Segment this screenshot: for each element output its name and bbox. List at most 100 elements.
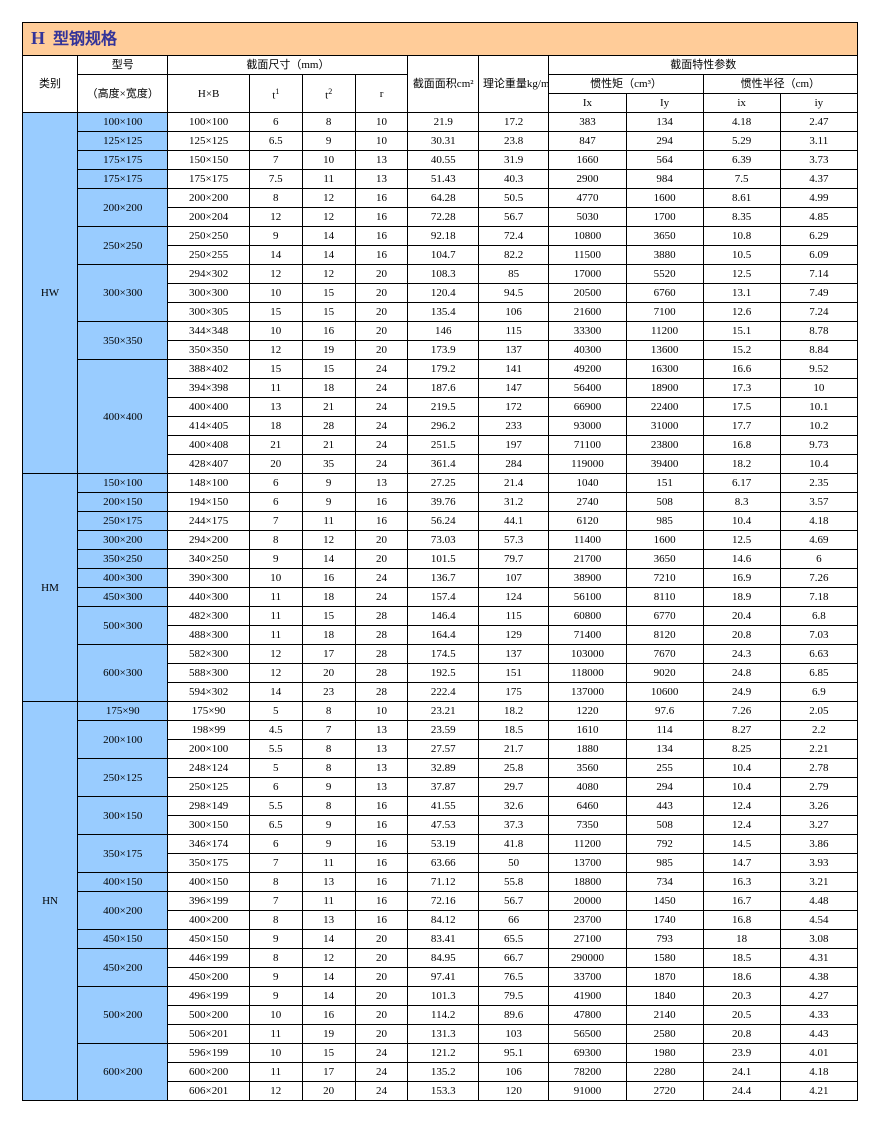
data-cell: 146	[408, 322, 478, 341]
data-cell: 23.9	[703, 1044, 780, 1063]
data-cell: 104.7	[408, 246, 478, 265]
model-cell: 300×200	[78, 531, 168, 550]
data-cell: 10	[302, 151, 355, 170]
data-cell: 2580	[626, 1025, 703, 1044]
model-cell: 175×175	[78, 151, 168, 170]
data-cell: 63.66	[408, 854, 478, 873]
data-cell: 84.12	[408, 911, 478, 930]
model-cell: 250×125	[78, 759, 168, 797]
data-cell: 8	[249, 189, 302, 208]
data-cell: 8.27	[703, 721, 780, 740]
data-cell: 2.35	[780, 474, 857, 493]
data-cell: 2.2	[780, 721, 857, 740]
model-cell: 400×300	[78, 569, 168, 588]
data-cell: 92.18	[408, 227, 478, 246]
data-cell: 3.11	[780, 132, 857, 151]
model-cell: 100×100	[78, 113, 168, 132]
model-cell: 450×300	[78, 588, 168, 607]
data-cell: 175×90	[168, 702, 250, 721]
data-cell: 17.3	[703, 379, 780, 398]
data-cell: 56100	[549, 588, 626, 607]
data-cell: 24.4	[703, 1082, 780, 1101]
data-cell: 17.5	[703, 398, 780, 417]
data-cell: 18	[703, 930, 780, 949]
data-cell: 20	[249, 455, 302, 474]
data-cell: 56.24	[408, 512, 478, 531]
data-cell: 4.31	[780, 949, 857, 968]
data-cell: 194×150	[168, 493, 250, 512]
data-cell: 9	[302, 474, 355, 493]
data-cell: 118000	[549, 664, 626, 683]
data-cell: 1450	[626, 892, 703, 911]
data-cell: 14	[249, 683, 302, 702]
data-cell: 984	[626, 170, 703, 189]
data-cell: 7.5	[703, 170, 780, 189]
data-cell: 8.61	[703, 189, 780, 208]
data-cell: 4.18	[703, 113, 780, 132]
data-cell: 13	[355, 778, 408, 797]
data-cell: 38900	[549, 569, 626, 588]
data-cell: 4.33	[780, 1006, 857, 1025]
data-cell: 20.8	[703, 1025, 780, 1044]
data-cell: 440×300	[168, 588, 250, 607]
data-cell: 12.4	[703, 816, 780, 835]
data-cell: 792	[626, 835, 703, 854]
data-cell: 8.25	[703, 740, 780, 759]
data-cell: 31.9	[478, 151, 548, 170]
data-cell: 31.2	[478, 493, 548, 512]
data-cell: 18.9	[703, 588, 780, 607]
data-cell: 11	[249, 588, 302, 607]
model-cell: 350×175	[78, 835, 168, 873]
hdr-Ix: Ix	[549, 94, 626, 113]
data-cell: 4.18	[780, 512, 857, 531]
data-cell: 16.8	[703, 911, 780, 930]
data-cell: 173.9	[408, 341, 478, 360]
data-cell: 340×250	[168, 550, 250, 569]
data-cell: 15.1	[703, 322, 780, 341]
data-cell: 4.21	[780, 1082, 857, 1101]
data-cell: 148×100	[168, 474, 250, 493]
data-cell: 18.2	[478, 702, 548, 721]
data-cell: 11	[249, 626, 302, 645]
data-cell: 134	[626, 113, 703, 132]
data-cell: 56500	[549, 1025, 626, 1044]
data-cell: 350×350	[168, 341, 250, 360]
data-cell: 496×199	[168, 987, 250, 1006]
data-cell: 8	[302, 740, 355, 759]
data-cell: 8	[249, 873, 302, 892]
data-cell: 9	[302, 778, 355, 797]
data-cell: 39400	[626, 455, 703, 474]
data-cell: 450×200	[168, 968, 250, 987]
data-cell: 10.2	[780, 417, 857, 436]
data-cell: 7.49	[780, 284, 857, 303]
data-cell: 69300	[549, 1044, 626, 1063]
data-cell: 20	[355, 531, 408, 550]
hdr-category: 类别	[23, 56, 78, 113]
data-cell: 174.5	[408, 645, 478, 664]
data-cell: 71.12	[408, 873, 478, 892]
data-cell: 115	[478, 607, 548, 626]
data-cell: 66.7	[478, 949, 548, 968]
data-cell: 14	[302, 930, 355, 949]
data-cell: 1600	[626, 531, 703, 550]
data-cell: 56.7	[478, 208, 548, 227]
data-cell: 7	[249, 151, 302, 170]
model-cell: 400×150	[78, 873, 168, 892]
model-cell: 300×300	[78, 265, 168, 322]
data-cell: 100×100	[168, 113, 250, 132]
data-cell: 16	[355, 208, 408, 227]
data-cell: 6.9	[780, 683, 857, 702]
data-cell: 12	[302, 265, 355, 284]
hdr-props: 截面特性参数	[549, 56, 858, 75]
model-cell: 150×100	[78, 474, 168, 493]
data-cell: 10800	[549, 227, 626, 246]
data-cell: 248×124	[168, 759, 250, 778]
data-cell: 508	[626, 816, 703, 835]
data-cell: 21	[249, 436, 302, 455]
data-cell: 24	[355, 1044, 408, 1063]
data-cell: 97.6	[626, 702, 703, 721]
hdr-hxb: H×B	[168, 75, 250, 113]
data-cell: 24.9	[703, 683, 780, 702]
data-cell: 21	[302, 398, 355, 417]
data-cell: 30.31	[408, 132, 478, 151]
